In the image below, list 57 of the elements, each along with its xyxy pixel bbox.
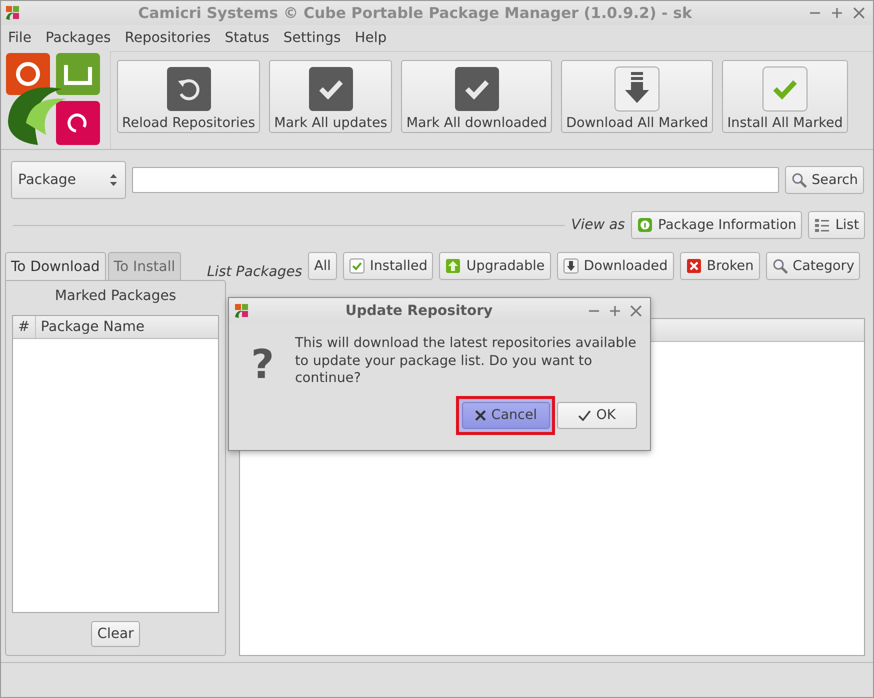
maximize-icon[interactable]	[831, 7, 843, 19]
toolbar-button[interactable]: Download All Marked	[561, 60, 714, 133]
toolbar-button[interactable]: Reload Repositories	[117, 60, 260, 133]
info-icon	[636, 217, 653, 233]
window-title: Camicri Systems © Cube Portable Package Manager (1.0.9.2) - sk	[137, 4, 693, 22]
list-packages-label: List Packages	[207, 264, 302, 280]
search-icon	[790, 172, 807, 188]
app-icon	[234, 302, 250, 318]
up-arrow-icon	[445, 258, 462, 274]
app-icon	[5, 5, 21, 21]
filter-button[interactable]: Downloaded	[556, 252, 674, 280]
ok-button[interactable]: OK	[557, 402, 637, 428]
filter-button[interactable]: Installed	[342, 252, 434, 280]
checkmark-icon	[454, 66, 500, 112]
checkmark-icon	[308, 66, 354, 112]
search-button[interactable]: Search	[784, 166, 864, 194]
column-header[interactable]: Package Name	[36, 316, 218, 338]
cancel-button[interactable]: Cancel	[462, 402, 550, 428]
menu-item[interactable]: Repositories	[124, 30, 211, 46]
filter-button[interactable]: Upgradable	[439, 252, 551, 280]
maximize-icon[interactable]	[609, 304, 621, 316]
tab[interactable]: To Install	[108, 252, 182, 280]
scope-dropdown[interactable]: Package	[11, 161, 126, 199]
filter-button[interactable]: All	[308, 252, 337, 280]
toolbar-button[interactable]: Mark All downloaded	[401, 60, 552, 133]
menu-item[interactable]: Packages	[45, 30, 111, 46]
checkmark-icon	[578, 410, 592, 420]
checkbox-icon	[348, 258, 365, 274]
checkmark-icon	[762, 66, 808, 112]
tab[interactable]: To Download	[5, 252, 106, 280]
filter-button[interactable]: Broken	[680, 252, 760, 280]
spinner-arrows-icon	[110, 174, 117, 186]
toolbar-button[interactable]: Install All Marked	[722, 60, 848, 133]
reload-icon	[166, 66, 212, 112]
toolbar-button[interactable]: Mark All updates	[269, 60, 392, 133]
menu-item[interactable]: Settings	[283, 30, 341, 46]
panel-title: Marked Packages	[54, 288, 176, 304]
view-button[interactable]: List	[808, 211, 865, 239]
menu-item[interactable]: Status	[224, 30, 270, 46]
menu-item[interactable]: Help	[354, 30, 387, 46]
filter-button[interactable]: Category	[766, 252, 860, 280]
clear-button[interactable]: Clear	[91, 621, 140, 647]
dialog-title: Update Repository	[344, 302, 494, 318]
download-icon	[614, 66, 660, 112]
search-icon	[772, 258, 788, 274]
search-field[interactable]	[132, 167, 779, 193]
x-icon	[475, 410, 486, 420]
dialog-message: This will download the latest repositories available to update your package list. Do you want to continue?	[295, 335, 638, 388]
view-button[interactable]: Package Information	[630, 211, 802, 239]
close-icon[interactable]	[853, 7, 865, 19]
menu-item[interactable]: File	[8, 30, 32, 46]
view-as-label: View as	[571, 217, 625, 233]
list-icon	[814, 217, 830, 233]
question-mark-icon: ?	[251, 345, 281, 388]
close-icon[interactable]	[630, 304, 642, 316]
column-header[interactable]: #	[13, 316, 36, 338]
x-icon	[686, 258, 702, 274]
